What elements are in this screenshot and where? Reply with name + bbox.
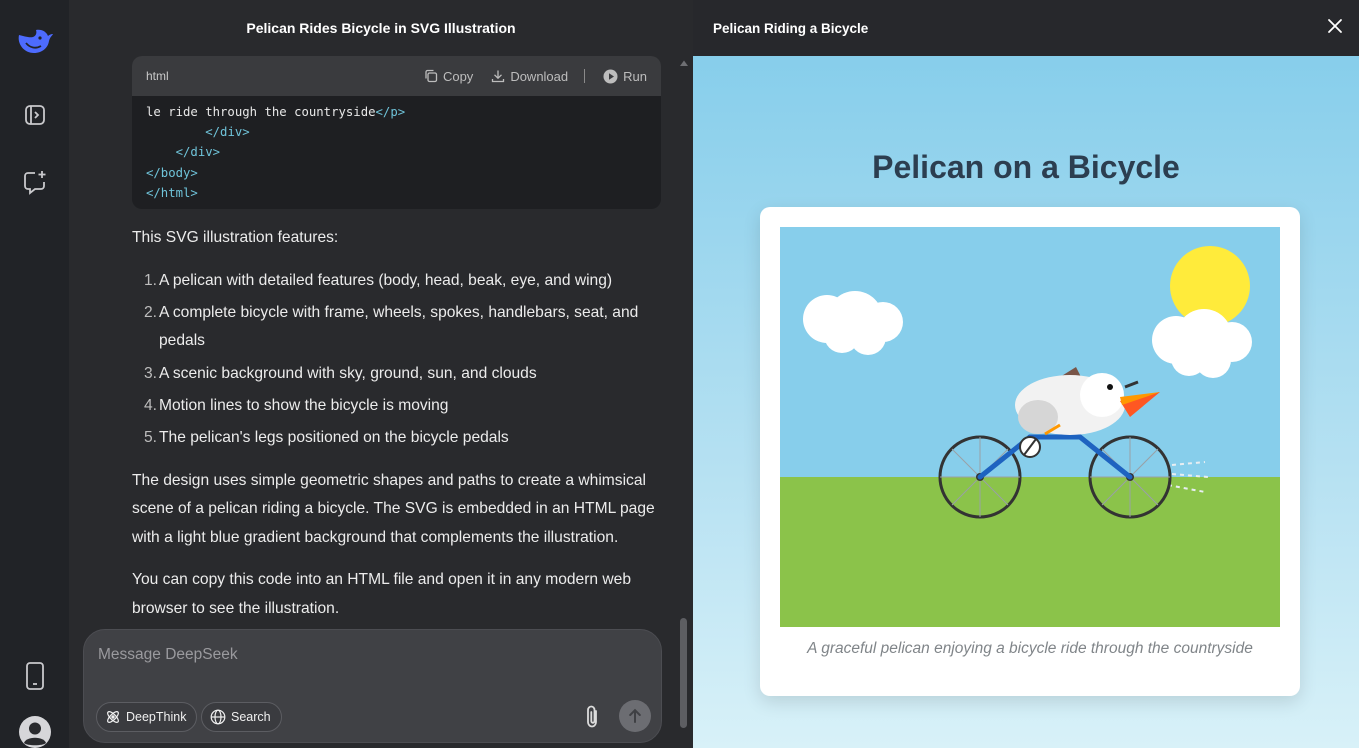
pelican-illustration [780, 227, 1280, 627]
code-line: le ride through the countryside</p> [146, 105, 406, 119]
pelican-head [1080, 373, 1124, 417]
preview-heading: Pelican on a Bicycle [872, 149, 1180, 185]
chat-title: Pelican Rides Bicycle in SVG Illustratio… [246, 20, 516, 36]
deepseek-logo-icon[interactable] [0, 26, 69, 56]
list-item: 3. A scenic background with sky, ground, … [144, 364, 537, 382]
copy-button[interactable]: Copy [424, 69, 473, 84]
list-item: 4. Motion lines to show the bicycle is mo… [144, 396, 449, 414]
code-block: html Copy Download Run le ride through t… [132, 56, 661, 209]
download-label: Download [510, 68, 569, 84]
new-chat-icon[interactable] [0, 169, 69, 195]
scrollbar-thumb[interactable] [680, 618, 687, 728]
close-icon[interactable] [1327, 18, 1343, 34]
run-button[interactable]: Run [603, 69, 647, 84]
code-content: le ride through the countryside</p> </di… [132, 96, 661, 203]
icon-rail [0, 0, 69, 748]
features-list: 1. A pelican with detailed features (body… [132, 267, 667, 453]
design-paragraph: The design uses simple geometric shapes … [132, 471, 655, 546]
code-line: </div> [205, 125, 250, 140]
atom-icon [107, 711, 119, 723]
scroll-up-arrow-icon[interactable] [679, 58, 689, 68]
illustration-caption: A graceful pelican enjoying a bicycle ri… [807, 640, 1253, 657]
list-item: 2. A complete bicycle with frame, wheels,… [144, 303, 639, 350]
user-avatar-icon[interactable] [0, 716, 69, 748]
mobile-app-icon[interactable] [0, 661, 69, 691]
code-line: </body> [146, 165, 198, 180]
paperclip-icon[interactable] [582, 704, 604, 730]
globe-icon [210, 709, 226, 725]
code-line: </html> [146, 185, 198, 200]
preview-panel-header: Pelican Riding a Bicycle [693, 0, 1359, 56]
deepthink-label: DeepThink [126, 710, 187, 724]
code-block-header: html Copy Download Run [132, 56, 661, 96]
pelican-eye [1107, 384, 1113, 390]
search-button[interactable]: Search [201, 702, 282, 732]
code-line: </div> [175, 145, 221, 160]
rendered-preview: Pelican on a Bicycle A graceful pelican … [693, 56, 1359, 748]
download-button[interactable]: Download [491, 69, 568, 84]
copy-icon [425, 69, 438, 83]
chat-column: Pelican Rides Bicycle in SVG Illustratio… [69, 0, 693, 748]
sidebar-toggle-icon[interactable] [0, 103, 69, 127]
list-item: 5. The pelican's legs positioned on the b… [144, 429, 509, 447]
copy-paragraph: You can copy this code into an HTML file… [132, 571, 632, 617]
download-icon [492, 70, 505, 83]
assistant-message: This SVG illustration features: 1. A peli… [132, 224, 667, 637]
toolbar-divider [584, 69, 586, 83]
message-composer[interactable]: Message DeepSeek DeepThink Search [83, 629, 662, 743]
ground [780, 477, 1280, 627]
preview-panel-title: Pelican Riding a Bicycle [713, 20, 869, 36]
illustration-card: A graceful pelican enjoying a bicycle ri… [760, 207, 1300, 696]
copy-label: Copy [442, 68, 474, 84]
message-input[interactable]: Message DeepSeek [98, 646, 238, 664]
search-label: Search [231, 710, 271, 724]
run-label: Run [623, 68, 647, 84]
features-intro: This SVG illustration features: [132, 229, 339, 246]
arrow-up-icon [629, 708, 641, 723]
list-item: 1. A pelican with detailed features (body… [144, 271, 613, 289]
play-icon [603, 69, 618, 83]
code-language-label: html [146, 69, 169, 83]
deepthink-button[interactable]: DeepThink [96, 702, 198, 732]
preview-panel: Pelican Riding a Bicycle Pelican on a Bi… [693, 0, 1359, 748]
send-button[interactable] [619, 700, 651, 732]
